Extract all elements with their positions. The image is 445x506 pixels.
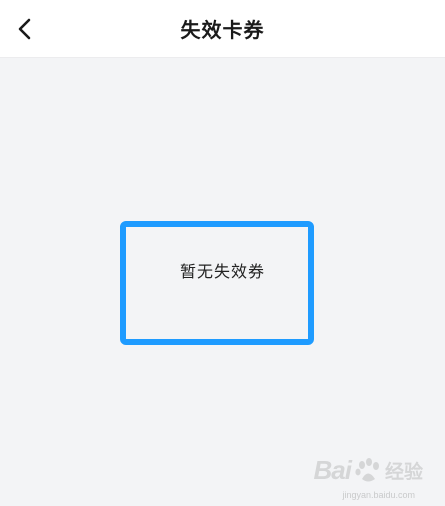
page-title: 失效卡券 (180, 18, 265, 42)
empty-state-message: 暂无失效券 (179, 262, 265, 281)
annotation-highlight-box (120, 221, 314, 345)
navigation-header: 失效卡券 (0, 0, 445, 58)
